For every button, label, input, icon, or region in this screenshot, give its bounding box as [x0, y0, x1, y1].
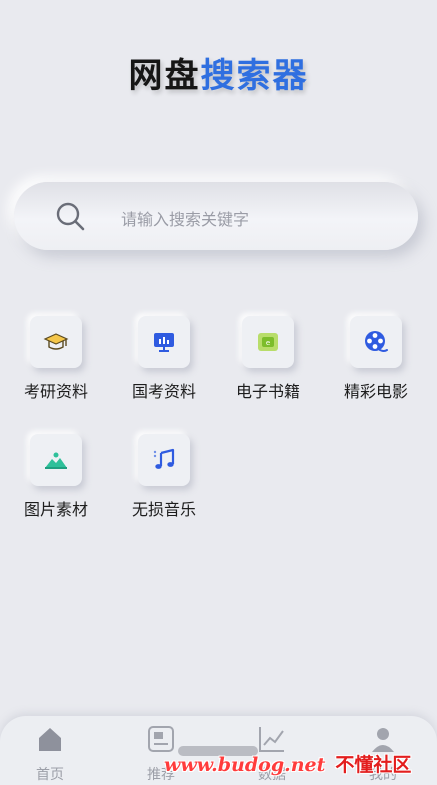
- search-placeholder[interactable]: 请输入搜索关键字: [121, 206, 249, 230]
- watermark: www.budog.net 不懂社区: [164, 750, 411, 777]
- tab-label: 首页: [36, 767, 64, 783]
- category-label: 考研资料: [23, 382, 88, 401]
- category-label: 精彩电影: [343, 382, 408, 401]
- landscape-image-icon: [45, 452, 67, 469]
- category-ebook[interactable]: e 电子书籍: [218, 316, 318, 402]
- category-label: 电子书籍: [235, 382, 300, 401]
- category-guokao[interactable]: 国考资料: [114, 316, 214, 402]
- category-label: 图片素材: [23, 500, 88, 519]
- watermark-url: www.budog.net: [164, 754, 326, 776]
- tab-home[interactable]: 首页: [10, 724, 90, 784]
- film-reel-icon: [365, 331, 388, 352]
- app-title: 网盘搜索器: [0, 48, 437, 97]
- presentation-board-icon: [154, 333, 174, 352]
- watermark-text: 不懂社区: [335, 754, 412, 776]
- category-tile[interactable]: [138, 316, 190, 368]
- search-bar[interactable]: 请输入搜索关键字: [14, 182, 418, 250]
- category-kaoyan[interactable]: 考研资料: [6, 316, 106, 402]
- category-tile[interactable]: [30, 434, 82, 486]
- category-label: 国考资料: [131, 382, 196, 401]
- category-tile[interactable]: [138, 434, 190, 486]
- category-images[interactable]: 图片素材: [6, 434, 106, 520]
- search-icon[interactable]: [54, 200, 88, 234]
- category-music[interactable]: 无损音乐: [114, 434, 214, 520]
- category-movie[interactable]: 精彩电影: [326, 316, 426, 402]
- title-part-2: 搜索器: [200, 56, 309, 96]
- category-tile[interactable]: [30, 316, 82, 368]
- category-label: 无损音乐: [131, 500, 196, 519]
- svg-text:e: e: [266, 339, 270, 347]
- ebook-icon: e: [258, 333, 278, 351]
- category-tile[interactable]: [350, 316, 402, 368]
- category-tile[interactable]: e: [242, 316, 294, 368]
- music-note-icon: [153, 448, 175, 469]
- home-icon[interactable]: [35, 724, 65, 754]
- title-part-1: 网盘: [128, 56, 201, 96]
- graduation-cap-icon: [43, 333, 69, 350]
